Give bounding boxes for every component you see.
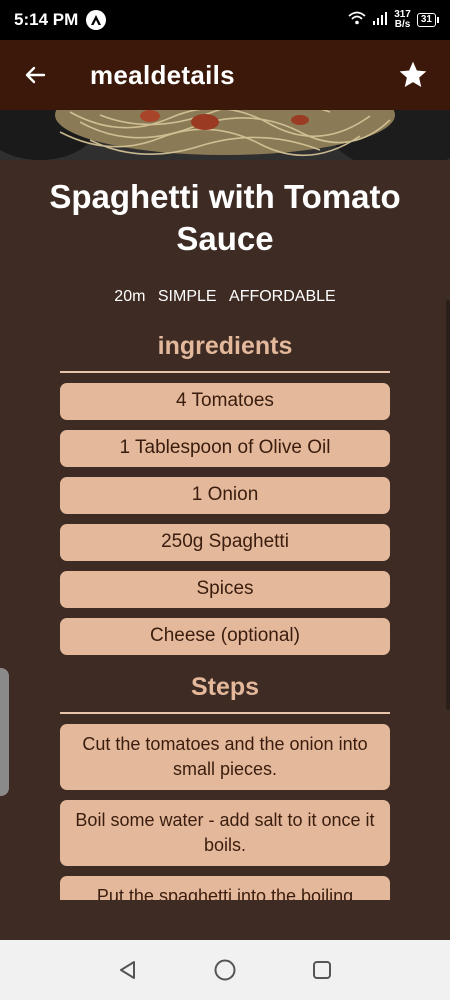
circle-home-icon — [214, 959, 236, 981]
app-bar: mealdetails — [0, 40, 450, 110]
star-icon — [399, 61, 427, 87]
ingredient-item: 4 Tomatoes — [60, 383, 390, 420]
ingredient-item: Spices — [60, 571, 390, 608]
app-bar-title: mealdetails — [90, 59, 235, 90]
status-time: 5:14 PM — [14, 10, 79, 29]
app-notification-icon — [86, 10, 107, 30]
ingredient-item: 1 Onion — [60, 477, 390, 514]
meal-details-content[interactable]: Spaghetti with Tomato Sauce 20m SIMPLE A… — [0, 160, 450, 900]
content-bottom-padding — [0, 900, 450, 940]
meal-affordability: AFFORDABLE — [229, 288, 336, 305]
step-item: Cut the tomatoes and the onion into smal… — [60, 724, 390, 790]
network-speed: 317 B/s — [394, 10, 411, 30]
battery-icon: 31 — [416, 13, 440, 27]
back-button[interactable] — [20, 60, 50, 90]
status-bar: 5:14 PM 317 B/s 31 — [0, 0, 450, 40]
triangle-back-icon — [120, 961, 136, 979]
ingredients-divider — [60, 371, 390, 373]
edge-panel-handle[interactable] — [0, 668, 9, 796]
meal-image — [0, 110, 450, 160]
arrow-left-icon — [25, 66, 46, 84]
meal-title: Spaghetti with Tomato Sauce — [49, 178, 401, 257]
meal-meta: 20m SIMPLE AFFORDABLE — [0, 288, 450, 306]
meal-duration: 20m — [114, 288, 146, 305]
status-indicators: 317 B/s 31 — [348, 10, 440, 30]
ingredient-item: Cheese (optional) — [60, 618, 390, 655]
ingredients-list: 4 Tomatoes 1 Tablespoon of Olive Oil 1 O… — [60, 383, 390, 655]
scrollbar[interactable] — [446, 300, 450, 710]
nav-recents-button[interactable] — [302, 950, 342, 990]
network-speed-unit: B/s — [394, 19, 411, 30]
step-item: Boil some water - add salt to it once it… — [60, 800, 390, 866]
nav-back-button[interactable] — [108, 950, 148, 990]
system-nav-bar — [0, 940, 450, 1000]
ingredients-heading: ingredients — [157, 332, 293, 360]
ingredient-item: 1 Tablespoon of Olive Oil — [60, 430, 390, 467]
battery-level: 31 — [420, 14, 432, 25]
steps-list: Cut the tomatoes and the onion into smal… — [60, 724, 390, 900]
favorite-button[interactable] — [396, 58, 430, 92]
wifi-icon — [348, 11, 366, 30]
step-item: Put the spaghetti into the boiling — [60, 876, 390, 900]
meal-complexity: SIMPLE — [157, 288, 217, 305]
steps-heading: Steps — [190, 673, 260, 701]
signal-icon — [372, 11, 388, 30]
nav-home-button[interactable] — [205, 950, 245, 990]
square-recents-icon — [312, 961, 331, 979]
ingredient-item: 250g Spaghetti — [60, 524, 390, 561]
steps-divider — [60, 712, 390, 714]
